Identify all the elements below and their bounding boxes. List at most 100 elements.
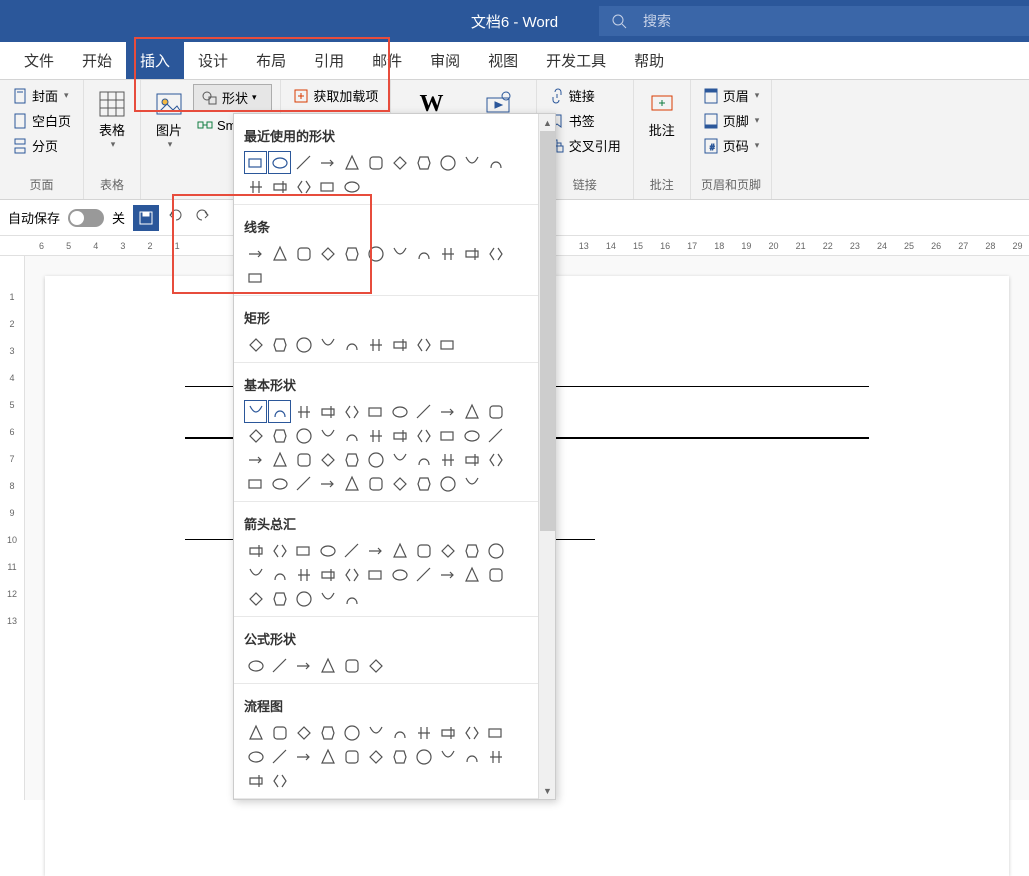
shape-item[interactable] [268,448,291,471]
shape-item[interactable] [436,424,459,447]
shape-item[interactable] [436,745,459,768]
blank-page-button[interactable]: 空白页 [8,109,75,132]
shape-item[interactable] [484,424,507,447]
shape-item[interactable] [484,400,507,423]
shape-item[interactable] [292,721,315,744]
shape-item[interactable] [388,400,411,423]
shape-item[interactable] [484,745,507,768]
shape-item[interactable] [316,333,339,356]
shape-item[interactable] [316,721,339,744]
shape-item[interactable] [340,721,363,744]
tab-file[interactable]: 文件 [10,42,68,79]
shape-item[interactable] [364,242,387,265]
shape-item[interactable] [484,539,507,562]
shape-item[interactable] [388,539,411,562]
shape-item[interactable] [412,400,435,423]
shape-item[interactable] [388,563,411,586]
table-button[interactable]: 表格 [92,84,132,154]
redo-button[interactable] [193,206,211,229]
shape-item[interactable] [316,175,339,198]
shape-item[interactable] [244,175,267,198]
shape-item[interactable] [340,242,363,265]
shape-item[interactable] [364,563,387,586]
footer-button[interactable]: 页脚 [699,109,764,132]
bookmark-button[interactable]: 书签 [545,109,625,132]
shape-item[interactable] [292,175,315,198]
pagenum-button[interactable]: #页码 [699,134,764,157]
shape-item[interactable] [484,721,507,744]
tab-references[interactable]: 引用 [300,42,358,79]
shape-item[interactable] [364,151,387,174]
shape-item[interactable] [268,424,291,447]
shape-item[interactable] [412,539,435,562]
scroll-thumb[interactable] [540,131,555,531]
tab-review[interactable]: 审阅 [416,42,474,79]
shape-item[interactable] [388,745,411,768]
shape-item[interactable] [436,242,459,265]
shape-item[interactable] [364,424,387,447]
shape-item[interactable] [244,587,267,610]
comment-button[interactable]: 批注 [642,84,682,143]
shape-item[interactable] [364,333,387,356]
shape-item[interactable] [244,563,267,586]
shape-item[interactable] [436,539,459,562]
shape-item[interactable] [388,472,411,495]
shape-item[interactable] [460,400,483,423]
shape-item[interactable] [292,654,315,677]
shape-item[interactable] [316,563,339,586]
shape-item[interactable] [364,472,387,495]
shape-item[interactable] [460,721,483,744]
shape-item[interactable] [244,424,267,447]
shapes-scrollbar[interactable]: ▲ ▼ [538,114,555,799]
shape-item[interactable] [268,333,291,356]
shape-item[interactable] [340,424,363,447]
shape-item[interactable] [388,151,411,174]
tab-design[interactable]: 设计 [184,42,242,79]
shape-item[interactable] [412,424,435,447]
shape-item[interactable] [412,448,435,471]
shape-item[interactable] [388,333,411,356]
tab-help[interactable]: 帮助 [620,42,678,79]
undo-button[interactable] [167,206,185,229]
shape-item[interactable] [340,472,363,495]
shape-item[interactable] [364,448,387,471]
shape-item[interactable] [244,769,267,792]
shape-item[interactable] [340,539,363,562]
shape-item[interactable] [268,654,291,677]
page-break-button[interactable]: 分页 [8,134,75,157]
shape-item[interactable] [484,448,507,471]
shape-item[interactable] [316,472,339,495]
shape-item[interactable] [460,539,483,562]
pictures-button[interactable]: 图片 [149,84,189,154]
shape-item[interactable] [316,400,339,423]
shape-item[interactable] [412,333,435,356]
shape-item[interactable] [412,745,435,768]
shape-item[interactable] [292,563,315,586]
shape-item[interactable] [244,448,267,471]
shape-item[interactable] [316,424,339,447]
shape-item[interactable] [292,472,315,495]
shape-item[interactable] [340,333,363,356]
shape-item[interactable] [436,448,459,471]
tab-home[interactable]: 开始 [68,42,126,79]
shape-item[interactable] [436,563,459,586]
shape-item[interactable] [460,563,483,586]
shape-item[interactable] [244,242,267,265]
shape-item[interactable] [436,400,459,423]
shape-item[interactable] [460,745,483,768]
shape-item[interactable] [268,242,291,265]
shape-item[interactable] [292,539,315,562]
shape-item[interactable] [460,242,483,265]
shape-item[interactable] [460,472,483,495]
shape-item[interactable] [268,745,291,768]
shape-item[interactable] [268,400,291,423]
shape-item[interactable] [340,175,363,198]
shape-item[interactable] [436,472,459,495]
shape-item[interactable] [436,333,459,356]
shape-item[interactable] [388,424,411,447]
shape-item[interactable] [340,448,363,471]
shape-item[interactable] [244,745,267,768]
shape-item[interactable] [316,587,339,610]
shape-item[interactable] [244,151,267,174]
shape-item[interactable] [244,539,267,562]
